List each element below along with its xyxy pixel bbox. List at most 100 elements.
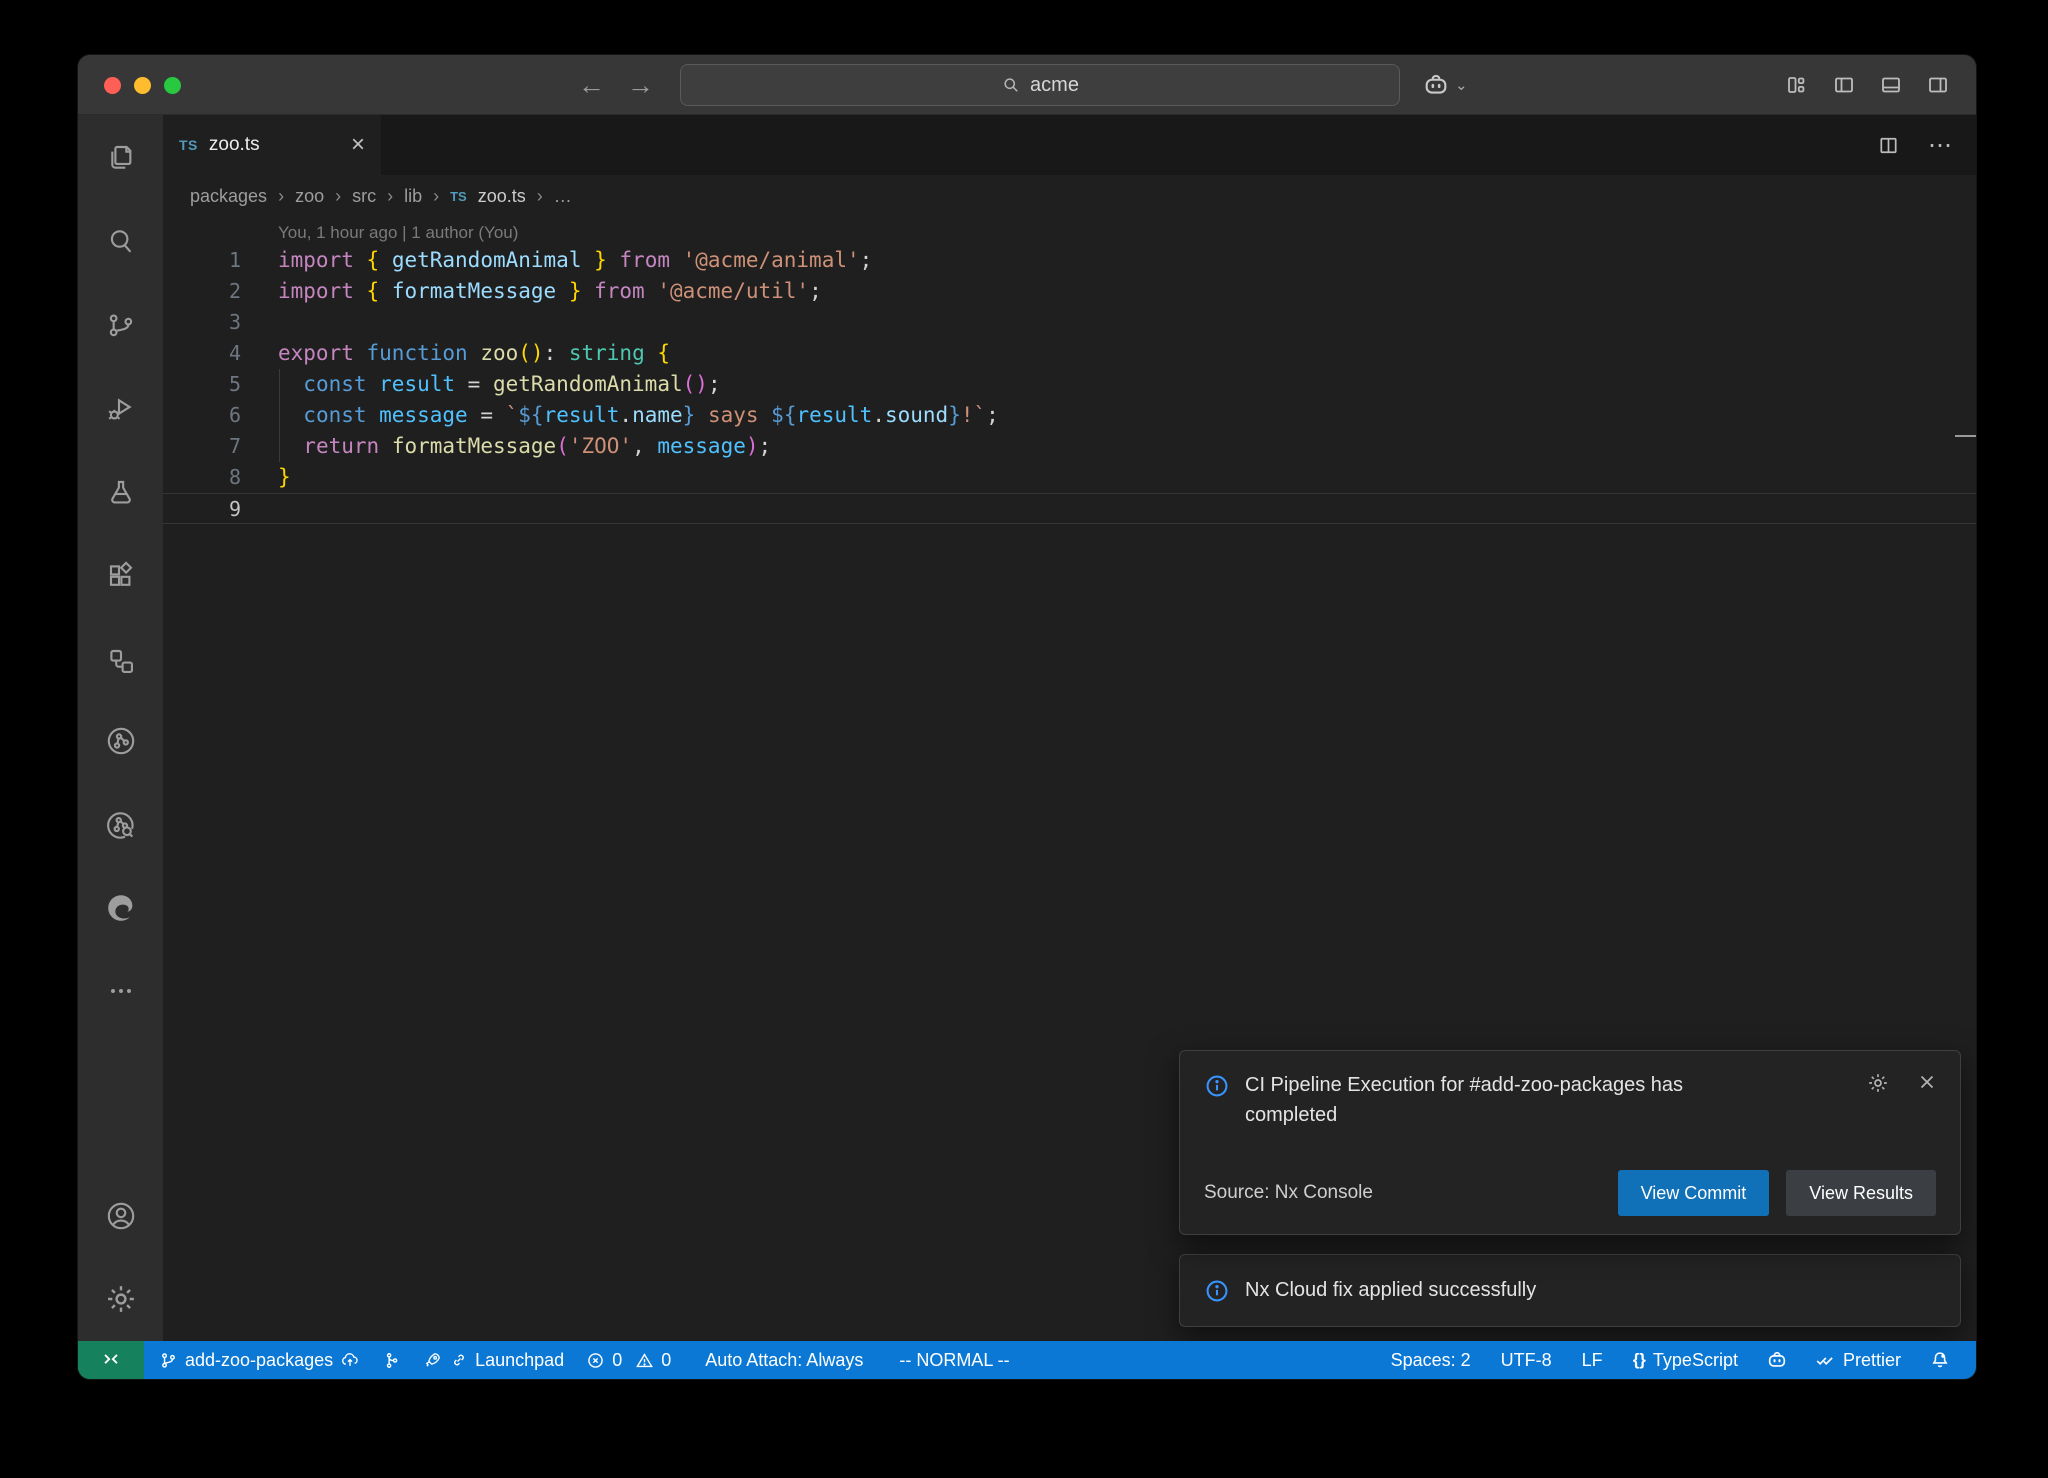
toggle-secondary-sidebar-icon[interactable] xyxy=(1926,73,1950,97)
split-editor-icon[interactable] xyxy=(1877,134,1900,157)
line-number: 8 xyxy=(163,462,241,493)
code-text[interactable]: return formatMessage('ZOO', message); xyxy=(278,431,771,462)
nx-cloud-icon[interactable] xyxy=(101,805,141,845)
status-notifications-bell[interactable] xyxy=(1918,1341,1962,1379)
status-encoding[interactable]: UTF-8 xyxy=(1490,1341,1563,1379)
git-graph-icon xyxy=(382,1351,401,1370)
code-text[interactable]: export function zoo(): string { xyxy=(278,338,670,369)
status-vim-mode[interactable]: -- NORMAL -- xyxy=(888,1341,1020,1379)
notification-message: Nx Cloud fix applied successfully xyxy=(1245,1279,1536,1302)
line-number: 7 xyxy=(163,431,241,462)
indent-guide xyxy=(279,369,280,462)
copilot-icon xyxy=(1422,71,1450,99)
breadcrumb-item[interactable]: zoo.ts xyxy=(478,186,526,207)
code-text[interactable]: const result = getRandomAnimal(); xyxy=(278,369,721,400)
settings-gear-icon[interactable] xyxy=(101,1279,141,1319)
status-problems[interactable]: 0 0 xyxy=(575,1341,682,1379)
info-icon xyxy=(1204,1278,1230,1304)
edge-devtools-icon[interactable] xyxy=(101,888,141,928)
warning-icon xyxy=(635,1351,654,1370)
breadcrumb-item[interactable]: packages xyxy=(190,186,267,207)
chevron-right-icon: › xyxy=(335,186,341,207)
status-indentation[interactable]: Spaces: 2 xyxy=(1380,1341,1482,1379)
status-bar-right: Spaces: 2 UTF-8 LF {} TypeScript Prettie… xyxy=(1380,1341,1976,1379)
line-number: 3 xyxy=(163,307,241,338)
zoom-window-button[interactable] xyxy=(164,77,181,94)
status-launchpad[interactable]: Launchpad xyxy=(412,1341,575,1379)
status-git-graph[interactable] xyxy=(371,1341,412,1379)
run-debug-icon[interactable] xyxy=(101,389,141,429)
forward-arrow-icon[interactable]: → xyxy=(627,72,654,99)
tab-bar: TS zoo.ts × ⋯ xyxy=(163,115,1976,175)
code-line-7[interactable]: 7 return formatMessage('ZOO', message); xyxy=(163,431,1976,462)
notification-settings-gear-icon[interactable] xyxy=(1866,1071,1890,1095)
code-line-4[interactable]: 4 export function zoo(): string { xyxy=(163,338,1976,369)
remote-icon xyxy=(100,1349,122,1371)
command-center-search[interactable]: acme xyxy=(680,64,1400,106)
toggle-panel-icon[interactable] xyxy=(1879,73,1903,97)
toggle-primary-sidebar-icon[interactable] xyxy=(1832,73,1856,97)
testing-icon[interactable] xyxy=(101,472,141,512)
breadcrumb-item[interactable]: … xyxy=(554,186,572,207)
view-commit-button[interactable]: View Commit xyxy=(1618,1170,1770,1216)
error-count: 0 xyxy=(612,1350,622,1371)
chevron-right-icon: › xyxy=(537,186,543,207)
close-window-button[interactable] xyxy=(104,77,121,94)
code-text[interactable]: const message = `${result.name} says ${r… xyxy=(278,400,999,431)
scrollbar-mark[interactable] xyxy=(1955,435,1976,437)
remote-indicator[interactable] xyxy=(78,1341,144,1379)
status-branch[interactable]: add-zoo-packages xyxy=(148,1341,371,1379)
breadcrumb-item[interactable]: lib xyxy=(404,186,422,207)
history-nav: ← → xyxy=(578,55,654,115)
typescript-file-icon: TS xyxy=(450,189,467,204)
tab-zoo-ts[interactable]: TS zoo.ts × xyxy=(163,115,381,175)
code-text[interactable]: import { getRandomAnimal } from '@acme/a… xyxy=(278,245,872,276)
status-language[interactable]: {} TypeScript xyxy=(1622,1341,1749,1379)
code-line-6[interactable]: 6 const message = `${result.name} says $… xyxy=(163,400,1976,431)
view-results-button[interactable]: View Results xyxy=(1786,1170,1936,1216)
status-copilot[interactable] xyxy=(1755,1341,1799,1379)
more-views-icon[interactable] xyxy=(101,971,141,1011)
copilot-icon xyxy=(1766,1349,1788,1371)
explorer-icon[interactable] xyxy=(101,137,141,177)
notification-ci-pipeline: CI Pipeline Execution for #add-zoo-packa… xyxy=(1179,1050,1961,1235)
copilot-menu[interactable]: ⌄ xyxy=(1422,55,1468,115)
customize-layout-icon[interactable] xyxy=(1785,73,1809,97)
search-view-icon[interactable] xyxy=(101,221,141,261)
braces-icon: {} xyxy=(1633,1350,1646,1370)
status-eol[interactable]: LF xyxy=(1571,1341,1614,1379)
code-line-3[interactable]: 3 xyxy=(163,307,1976,338)
code-line-1[interactable]: 1 import { getRandomAnimal } from '@acme/… xyxy=(163,245,1976,276)
code-line-9[interactable]: 9 xyxy=(163,493,1976,524)
status-auto-attach[interactable]: Auto Attach: Always xyxy=(694,1341,874,1379)
line-number: 6 xyxy=(163,400,241,431)
breadcrumb-item[interactable]: src xyxy=(352,186,376,207)
accounts-icon[interactable] xyxy=(101,1196,141,1236)
line-number: 1 xyxy=(163,245,241,276)
line-number: 9 xyxy=(163,494,241,525)
more-actions-icon[interactable]: ⋯ xyxy=(1928,131,1954,160)
code-text[interactable]: } xyxy=(278,462,291,493)
source-control-icon[interactable] xyxy=(101,305,141,345)
search-value: acme xyxy=(1030,74,1079,97)
minimize-window-button[interactable] xyxy=(134,77,151,94)
breadcrumb-item[interactable]: zoo xyxy=(295,186,324,207)
extensions-icon[interactable] xyxy=(101,556,141,596)
line-number: 4 xyxy=(163,338,241,369)
code-line-2[interactable]: 2import { formatMessage } from '@acme/ut… xyxy=(163,276,1976,307)
nx-console-icon[interactable] xyxy=(101,721,141,761)
code-line-8[interactable]: 8} xyxy=(163,462,1976,493)
status-formatter[interactable]: Prettier xyxy=(1803,1341,1912,1379)
nx-project-details-icon[interactable] xyxy=(101,641,141,681)
breadcrumb: packages › zoo › src › lib › TS zoo.ts ›… xyxy=(163,175,1976,217)
layout-controls xyxy=(1785,55,1950,115)
close-icon[interactable] xyxy=(1916,1071,1938,1095)
bell-dot-icon xyxy=(1929,1349,1951,1371)
code-text[interactable]: import { formatMessage } from '@acme/uti… xyxy=(278,276,822,307)
close-tab-icon[interactable]: × xyxy=(351,133,365,157)
code-line-5[interactable]: 5 const result = getRandomAnimal(); xyxy=(163,369,1976,400)
editor-actions: ⋯ xyxy=(1877,115,1954,175)
search-icon xyxy=(1001,75,1021,95)
back-arrow-icon[interactable]: ← xyxy=(578,72,605,99)
rocket-icon xyxy=(423,1350,443,1370)
